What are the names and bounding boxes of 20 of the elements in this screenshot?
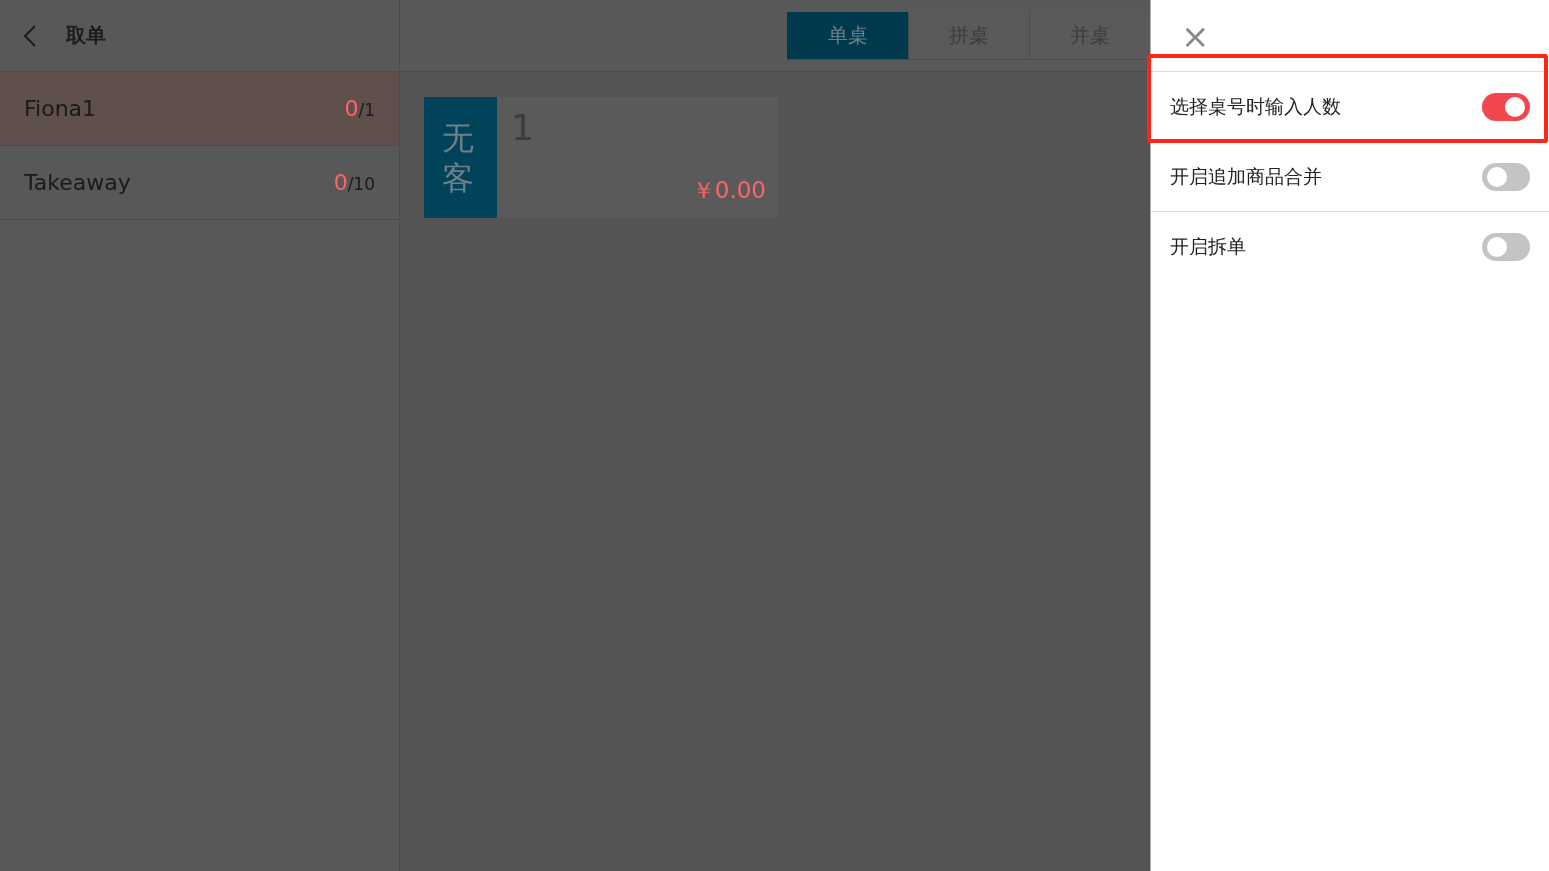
order-total: /1 [358,100,375,120]
page-title: 取单 [66,22,106,49]
table-status: 无客 [424,97,497,218]
customer-item[interactable]: Takeaway 0/10 [0,146,399,220]
setting-label: 选择桌号时输入人数 [1170,93,1341,119]
setting-label: 开启拆单 [1170,233,1246,259]
order-count: 0 [344,96,359,121]
toggle-switch[interactable] [1482,162,1530,191]
order-count: 0 [333,170,348,195]
close-button[interactable]: × [1175,18,1216,53]
table-amount: ￥0.00 [691,176,766,205]
table-mode-tab[interactable]: 单桌 [787,12,908,60]
toggle-switch[interactable] [1482,92,1530,121]
setting-label: 开启追加商品合并 [1170,163,1322,189]
back-icon[interactable] [24,24,36,47]
order-total: /10 [347,174,375,194]
customer-name: Takeaway [24,170,131,195]
customer-item[interactable]: Fiona1 0/1 [0,72,399,146]
toggle-switch[interactable] [1482,232,1530,261]
customer-name: Fiona1 [24,96,97,121]
